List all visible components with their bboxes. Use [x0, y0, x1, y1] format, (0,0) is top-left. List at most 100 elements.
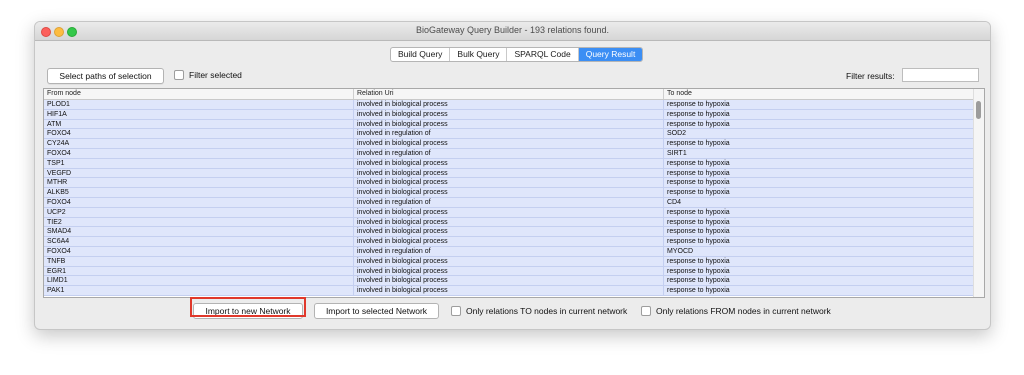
tab-bar: Build Query Bulk Query SPARQL Code Query… [390, 47, 644, 62]
table-row[interactable]: TNFB involved in biological process respon… [44, 256, 974, 267]
cell-relation-uri: involved in biological process [354, 256, 664, 266]
cell-to-node: response to hypoxia [664, 276, 974, 286]
cell-to-node: response to hypoxia [664, 266, 974, 276]
only-to-nodes-label: Only relations TO nodes in current netwo… [466, 306, 628, 316]
cell-relation-uri: involved in biological process [354, 217, 664, 227]
only-from-nodes-option[interactable]: Only relations FROM nodes in current net… [641, 306, 831, 316]
cell-to-node: response to hypoxia [664, 139, 974, 148]
only-to-nodes-checkbox[interactable] [451, 306, 461, 316]
tab-sparql-code[interactable]: SPARQL Code [507, 48, 579, 61]
cell-relation-uri: involved in biological process [354, 178, 664, 188]
table-row[interactable]: FOXO4 involved in regulation of MYOCD [44, 246, 974, 257]
tab-build-query[interactable]: Build Query [391, 48, 451, 61]
cell-from-node: MTHR [44, 178, 354, 188]
table-body: PLOD1 involved in biological process respo… [44, 100, 974, 296]
table-row[interactable]: TSP1 involved in biological process respon… [44, 158, 974, 169]
table-row[interactable]: EGR1 involved in biological process respon… [44, 266, 974, 277]
cell-from-node: FOXO4 [44, 148, 354, 158]
cell-relation-uri: involved in biological process [354, 266, 664, 276]
cell-relation-uri: involved in biological process [354, 158, 664, 168]
table-row[interactable]: FOXO4 involved in regulation of SIRT1 [44, 148, 974, 159]
scrollbar-thumb[interactable] [976, 101, 981, 119]
cell-to-node: SOD2 [664, 129, 974, 139]
cell-relation-uri: involved in biological process [354, 227, 664, 237]
cell-to-node: response to hypoxia [664, 119, 974, 129]
table-row[interactable]: LIMD1 involved in biological process respo… [44, 276, 974, 287]
table-row[interactable]: TIE2 involved in biological process respon… [44, 217, 974, 228]
cell-from-node: PLOD1 [44, 100, 354, 109]
cell-relation-uri: involved in regulation of [354, 148, 664, 158]
cell-to-node: response to hypoxia [664, 100, 974, 109]
title-bar: BioGateway Query Builder - 193 relations… [35, 22, 990, 41]
cell-from-node: FOXO4 [44, 129, 354, 139]
cell-relation-uri: involved in biological process [354, 286, 664, 295]
filter-results-input[interactable] [902, 68, 979, 82]
cell-from-node: TNFB [44, 256, 354, 266]
cell-to-node: CD4 [664, 197, 974, 207]
only-to-nodes-option[interactable]: Only relations TO nodes in current netwo… [451, 306, 627, 316]
table-row[interactable]: MTHR involved in biological process respon… [44, 178, 974, 189]
cell-to-node: SIRT1 [664, 148, 974, 158]
filter-selected-label: Filter selected [189, 70, 242, 80]
filter-results-label: Filter results: [846, 71, 895, 81]
cell-relation-uri: involved in regulation of [354, 246, 664, 256]
cell-from-node: VEGFD [44, 168, 354, 178]
cell-to-node: response to hypoxia [664, 227, 974, 237]
cell-relation-uri: involved in biological process [354, 276, 664, 286]
import-selected-network-button[interactable]: Import to selected Network [314, 303, 439, 319]
cell-from-node: FOXO4 [44, 246, 354, 256]
cell-from-node: FOXO4 [44, 197, 354, 207]
select-paths-button[interactable]: Select paths of selection [47, 68, 164, 84]
table-row[interactable]: ATM involved in biological process respons… [44, 119, 974, 130]
table-row[interactable]: CY24A involved in biological process respo… [44, 139, 974, 149]
table-row[interactable]: PAK1 involved in biological process respon… [44, 286, 974, 296]
tab-query-result[interactable]: Query Result [578, 48, 643, 61]
cell-relation-uri: involved in biological process [354, 109, 664, 119]
cell-relation-uri: involved in biological process [354, 168, 664, 178]
table-row[interactable]: VEGFD involved in biological process respo… [44, 168, 974, 179]
column-header-relation-uri[interactable]: Relation Uri [354, 89, 664, 99]
table-row[interactable]: PLOD1 involved in biological process respo… [44, 100, 974, 110]
table-row[interactable]: SMAD4 involved in biological process respo… [44, 227, 974, 238]
cell-to-node: response to hypoxia [664, 188, 974, 197]
cell-from-node: ALKB5 [44, 188, 354, 197]
cell-from-node: PAK1 [44, 286, 354, 295]
filter-selected-option[interactable]: Filter selected [174, 70, 242, 80]
cell-from-node: SC6A4 [44, 237, 354, 246]
cell-relation-uri: involved in biological process [354, 237, 664, 246]
cell-relation-uri: involved in biological process [354, 139, 664, 148]
cell-relation-uri: involved in regulation of [354, 129, 664, 139]
table-row[interactable]: HIF1A involved in biological process respo… [44, 109, 974, 120]
only-from-nodes-checkbox[interactable] [641, 306, 651, 316]
filter-selected-checkbox[interactable] [174, 70, 184, 80]
table-row[interactable]: SC6A4 involved in biological process respo… [44, 237, 974, 247]
cell-to-node: response to hypoxia [664, 256, 974, 266]
table-scrollbar[interactable] [973, 89, 984, 297]
cell-to-node: response to hypoxia [664, 158, 974, 168]
table-row[interactable]: ALKB5 involved in biological process respo… [44, 188, 974, 198]
table-row[interactable]: FOXO4 involved in regulation of CD4 [44, 197, 974, 208]
cell-from-node: ATM [44, 119, 354, 129]
cell-relation-uri: involved in biological process [354, 119, 664, 129]
table-row[interactable]: UCP2 involved in biological process respon… [44, 207, 974, 218]
cell-to-node: response to hypoxia [664, 178, 974, 188]
cell-from-node: TSP1 [44, 158, 354, 168]
cell-to-node: response to hypoxia [664, 109, 974, 119]
table-row[interactable]: FOXO4 involved in regulation of SOD2 [44, 129, 974, 140]
cell-from-node: TIE2 [44, 217, 354, 227]
tab-bulk-query[interactable]: Bulk Query [450, 48, 508, 61]
app-window: BioGateway Query Builder - 193 relations… [34, 21, 991, 330]
cell-relation-uri: involved in biological process [354, 207, 664, 217]
column-header-to-node[interactable]: To node [664, 89, 974, 99]
cell-from-node: UCP2 [44, 207, 354, 217]
cell-relation-uri: involved in regulation of [354, 197, 664, 207]
highlight-box [190, 297, 306, 317]
cell-to-node: response to hypoxia [664, 286, 974, 295]
cell-to-node: response to hypoxia [664, 168, 974, 178]
window-title: BioGateway Query Builder - 193 relations… [415, 25, 610, 35]
cell-to-node: MYOCD [664, 246, 974, 256]
column-header-from-node[interactable]: From node [44, 89, 354, 99]
cell-to-node: response to hypoxia [664, 207, 974, 217]
cell-relation-uri: involved in biological process [354, 100, 664, 109]
cell-from-node: LIMD1 [44, 276, 354, 286]
